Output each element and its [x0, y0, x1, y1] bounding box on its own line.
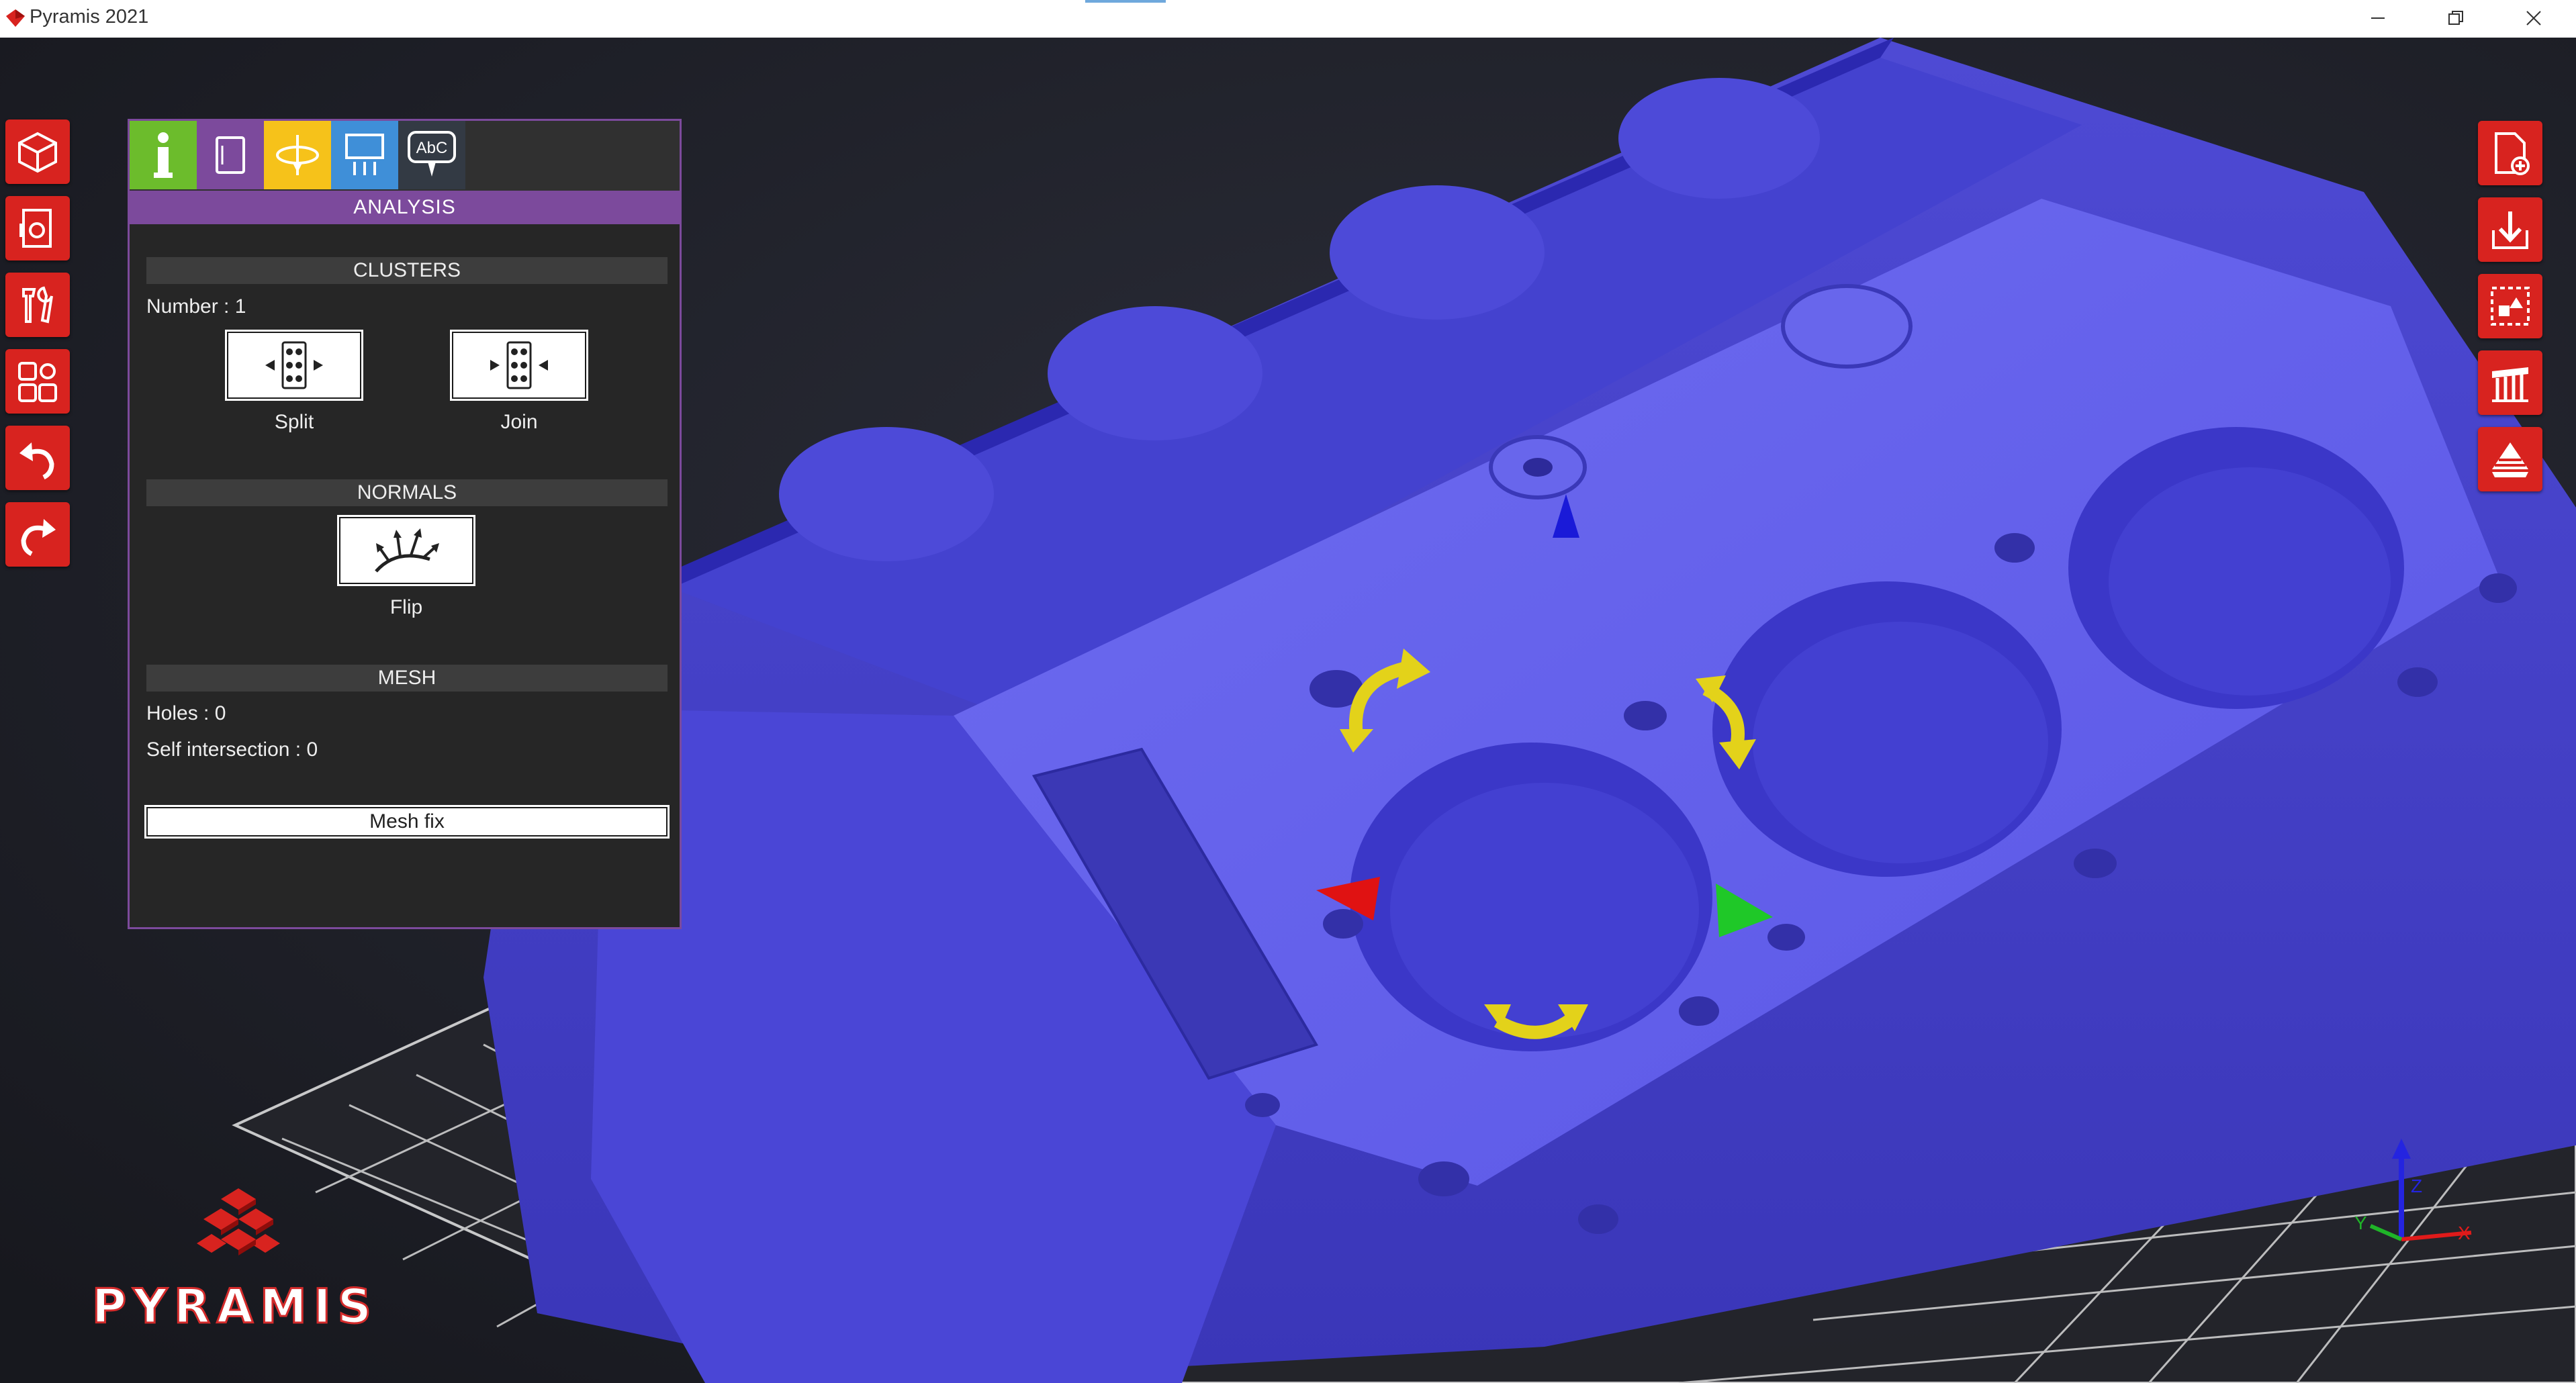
tab-orientation[interactable] [264, 121, 331, 189]
undo-button[interactable] [5, 426, 70, 490]
undo-icon [19, 442, 54, 480]
layers-icon [2492, 442, 2528, 477]
tab-supports[interactable] [331, 121, 398, 189]
panel-tab-bar: AbC [130, 121, 680, 191]
brand-name: PYRAMIS [91, 1278, 379, 1335]
view-cube-button[interactable] [5, 120, 70, 184]
close-icon [2526, 11, 2541, 26]
orientation-icon [276, 135, 319, 175]
minimize-button[interactable] [2341, 0, 2415, 36]
layer-icon [216, 136, 245, 174]
settings-grid-button[interactable] [5, 349, 70, 414]
clusters-heading: CLUSTERS [146, 257, 668, 284]
svg-text:AbC: AbC [416, 139, 448, 157]
arrange-button[interactable] [2478, 274, 2542, 338]
split-label: Split [274, 411, 314, 433]
supports-icon [2492, 367, 2528, 402]
flip-button[interactable] [337, 515, 475, 586]
arrange-icon [2491, 287, 2530, 326]
redo-icon [21, 519, 56, 557]
view-cube-icon [18, 132, 57, 173]
flip-label: Flip [389, 596, 423, 618]
split-button[interactable] [225, 330, 363, 401]
self-intersection-count: Self intersection : 0 [146, 738, 318, 761]
tab-layer[interactable] [197, 121, 264, 189]
import-button[interactable] [2478, 197, 2542, 262]
mesh-fix-button[interactable]: Mesh fix [144, 805, 670, 839]
title-accent [1085, 0, 1166, 3]
add-file-button[interactable] [2478, 121, 2542, 185]
layers-button[interactable] [2478, 427, 2542, 491]
tab-info[interactable] [130, 121, 197, 189]
restore-button[interactable] [2419, 0, 2493, 36]
redo-button[interactable] [5, 502, 70, 567]
page-view-button[interactable] [5, 196, 70, 260]
tools-button[interactable] [5, 273, 70, 337]
window-title: Pyramis 2021 [30, 6, 149, 28]
close-button[interactable] [2497, 0, 2571, 36]
panel-title: ANALYSIS [130, 191, 680, 224]
flip-normals-icon [375, 528, 439, 573]
join-label: Join [500, 411, 538, 433]
app-logo-icon [6, 9, 25, 27]
mesh-heading: MESH [146, 665, 668, 692]
holes-count: Holes : 0 [146, 702, 226, 724]
supports-button[interactable] [2478, 350, 2542, 415]
import-icon [2492, 211, 2528, 249]
text-label-icon: AbC [408, 131, 456, 177]
minimize-icon [2371, 17, 2385, 19]
analysis-panel: AbC ANALYSIS CLUSTERS Number : 1 Split J… [128, 119, 682, 929]
axis-label-z: Z [2411, 1176, 2422, 1196]
restore-icon [2448, 11, 2463, 25]
normals-heading: NORMALS [146, 479, 668, 506]
tools-icon [22, 286, 53, 324]
pyramis-logo-icon [197, 1188, 280, 1255]
join-button[interactable] [450, 330, 588, 401]
join-icon [490, 341, 548, 389]
tab-text[interactable]: AbC [398, 121, 465, 189]
clusters-number: Number : 1 [146, 295, 246, 318]
title-bar: Pyramis 2021 [0, 0, 2576, 38]
split-icon [265, 341, 323, 389]
page-view-icon [19, 209, 52, 248]
info-icon [154, 132, 173, 178]
add-file-icon [2495, 132, 2530, 175]
settings-grid-icon [18, 362, 57, 402]
axis-label-y: Y [2354, 1212, 2367, 1233]
axis-label-x: X [2458, 1223, 2471, 1243]
supports-tab-icon [345, 134, 384, 175]
pyramis-brand-logo: PYRAMIS [67, 1182, 403, 1335]
